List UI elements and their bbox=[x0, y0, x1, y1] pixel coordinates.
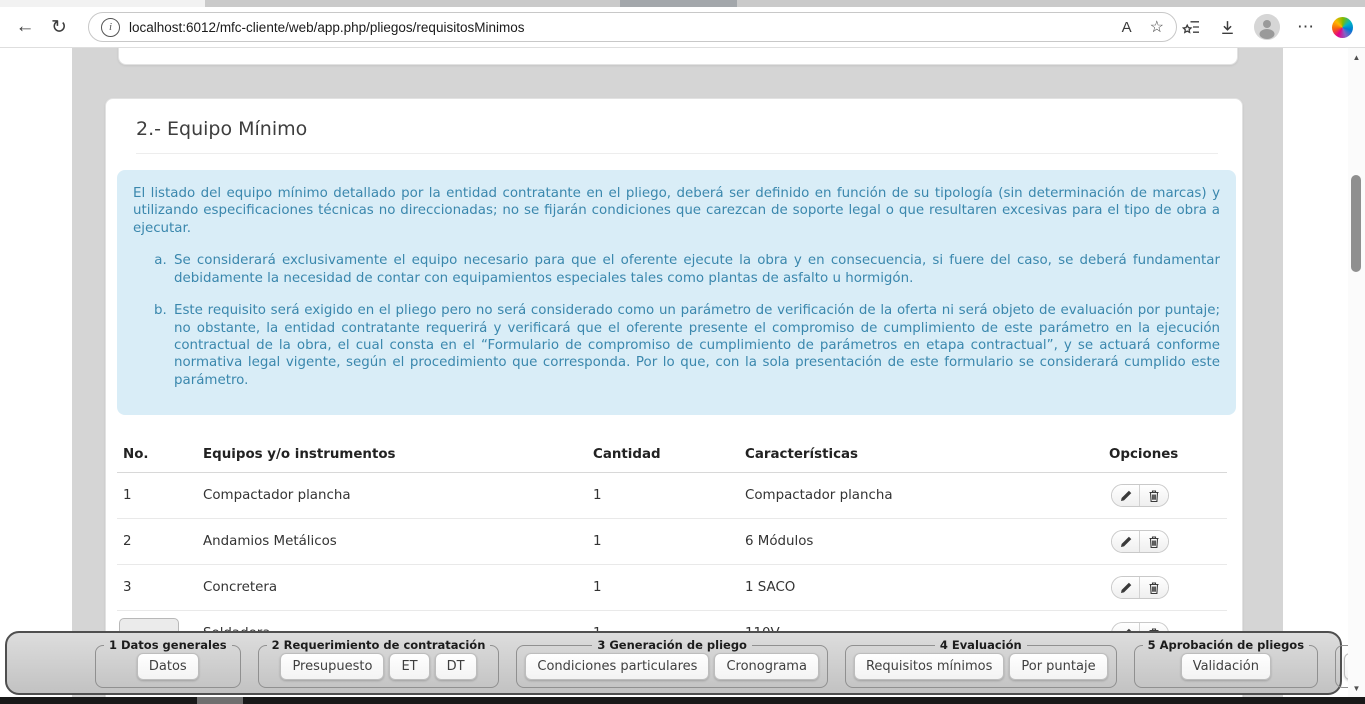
row-equipment: Andamios Metálicos bbox=[197, 519, 587, 565]
toolbar-right-icons: ⋯ bbox=[1182, 14, 1353, 40]
row-number: 1 bbox=[117, 473, 197, 519]
delete-button[interactable] bbox=[1140, 577, 1168, 598]
options-button-group bbox=[1111, 530, 1169, 553]
inactive-tab-edge bbox=[620, 0, 737, 7]
wizard-button[interactable]: Por puntaje bbox=[1009, 653, 1107, 680]
site-info-icon[interactable]: i bbox=[101, 18, 120, 37]
row-number: 3 bbox=[117, 565, 197, 611]
info-intro: El listado del equipo mínimo detallado p… bbox=[133, 185, 1220, 237]
edit-button[interactable] bbox=[1112, 577, 1140, 598]
table-row: 1 Compactador plancha 1 Compactador plan… bbox=[117, 473, 1227, 519]
copilot-icon[interactable] bbox=[1332, 17, 1353, 38]
tab-strip bbox=[0, 0, 1365, 7]
equipo-minimo-card: 2.- Equipo Mínimo El listado del equipo … bbox=[105, 98, 1243, 704]
info-list: Se considerará exclusivamente el equipo … bbox=[133, 252, 1220, 389]
browser-window: ← ↻ i localhost:6012/mfc-cliente/web/app… bbox=[0, 0, 1365, 704]
refresh-icon: ↻ bbox=[51, 16, 67, 39]
equipment-table: No. Equipos y/o instrumentos Cantidad Ca… bbox=[117, 437, 1227, 657]
browser-toolbar: ← ↻ i localhost:6012/mfc-cliente/web/app… bbox=[0, 7, 1365, 48]
section-title: 2.- Equipo Mínimo bbox=[136, 118, 1218, 154]
row-options bbox=[1101, 519, 1227, 565]
wizard-group-legend: 4 Evaluación bbox=[935, 638, 1027, 652]
row-equipment: Compactador plancha bbox=[197, 473, 587, 519]
wizard-group-legend: 5 Aprobación de pliegos bbox=[1143, 638, 1309, 652]
edit-button[interactable] bbox=[1112, 531, 1140, 552]
row-options bbox=[1101, 565, 1227, 611]
col-opciones: Opciones bbox=[1101, 437, 1227, 473]
page-scrollbar[interactable]: ▲ ▼ bbox=[1348, 48, 1365, 704]
wizard-group-legend: 3 Generación de pliego bbox=[592, 638, 752, 652]
options-button-group bbox=[1111, 576, 1169, 599]
scroll-up-arrow-icon[interactable]: ▲ bbox=[1348, 53, 1365, 62]
wizard-group-legend: 1 Datos generales bbox=[104, 638, 232, 652]
col-no: No. bbox=[117, 437, 197, 473]
wizard-group: 1 Datos generales Datos bbox=[95, 638, 241, 688]
refresh-button[interactable]: ↻ bbox=[42, 10, 76, 44]
wizard-group: 4 Evaluación Requisitos mínimosPor punta… bbox=[845, 638, 1117, 688]
wizard-button[interactable]: Cronograma bbox=[714, 653, 818, 680]
content-panel: 2.- Equipo Mínimo El listado del equipo … bbox=[72, 48, 1283, 704]
row-options bbox=[1101, 473, 1227, 519]
wizard-button[interactable]: Datos bbox=[137, 653, 199, 680]
address-bar[interactable]: i localhost:6012/mfc-cliente/web/app.php… bbox=[88, 12, 1177, 42]
collections-icon[interactable] bbox=[1182, 18, 1201, 37]
row-number: 2 bbox=[117, 519, 197, 565]
row-characteristics: Compactador plancha bbox=[739, 473, 1101, 519]
row-equipment: Concretera bbox=[197, 565, 587, 611]
profile-avatar[interactable] bbox=[1254, 14, 1280, 40]
wizard-group-legend: 2 Requerimiento de contratación bbox=[267, 638, 491, 652]
table-row: 3 Concretera 1 1 SACO bbox=[117, 565, 1227, 611]
url-text[interactable]: localhost:6012/mfc-cliente/web/app.php/p… bbox=[129, 20, 524, 35]
back-icon: ← bbox=[16, 16, 35, 38]
delete-button[interactable] bbox=[1140, 485, 1168, 506]
wizard-groups: 1 Datos generales Datos 2 Requerimiento … bbox=[95, 638, 1365, 688]
trash-icon bbox=[1147, 535, 1161, 549]
wizard-bar: 1 Datos generales Datos 2 Requerimiento … bbox=[5, 631, 1342, 695]
col-equipos: Equipos y/o instrumentos bbox=[197, 437, 587, 473]
row-quantity: 1 bbox=[587, 565, 739, 611]
table-row: 2 Andamios Metálicos 1 6 Módulos bbox=[117, 519, 1227, 565]
wizard-group: 3 Generación de pliego Condiciones parti… bbox=[516, 638, 828, 688]
trash-icon bbox=[1147, 489, 1161, 503]
wizard-group: 2 Requerimiento de contratación Presupue… bbox=[258, 638, 500, 688]
wizard-group: 5 Aprobación de pliegos Validación bbox=[1134, 638, 1318, 688]
info-item-a: Se considerará exclusivamente el equipo … bbox=[171, 252, 1220, 287]
edit-button[interactable] bbox=[1112, 485, 1140, 506]
read-aloud-icon[interactable]: A bbox=[1122, 19, 1132, 36]
col-caracteristicas: Características bbox=[739, 437, 1101, 473]
wizard-button[interactable]: Requisitos mínimos bbox=[854, 653, 1004, 680]
row-quantity: 1 bbox=[587, 473, 739, 519]
scrollbar-thumb[interactable] bbox=[1351, 175, 1361, 272]
trash-icon bbox=[1147, 581, 1161, 595]
row-quantity: 1 bbox=[587, 519, 739, 565]
pencil-icon bbox=[1119, 535, 1133, 549]
favorite-star-icon[interactable]: ☆ bbox=[1150, 17, 1164, 37]
table-header-row: No. Equipos y/o instrumentos Cantidad Ca… bbox=[117, 437, 1227, 473]
equipment-table-body: 1 Compactador plancha 1 Compactador plan… bbox=[117, 473, 1227, 657]
delete-button[interactable] bbox=[1140, 531, 1168, 552]
active-tab-edge bbox=[0, 0, 205, 7]
wizard-button[interactable]: Validación bbox=[1181, 653, 1271, 680]
avatar bbox=[1254, 14, 1280, 40]
wizard-button[interactable]: Condiciones particulares bbox=[525, 653, 709, 680]
previous-section-card bbox=[118, 48, 1238, 65]
wizard-button[interactable]: ET bbox=[389, 653, 429, 680]
row-characteristics: 1 SACO bbox=[739, 565, 1101, 611]
wizard-button[interactable]: Presupuesto bbox=[280, 653, 384, 680]
wizard-button[interactable]: DT bbox=[435, 653, 477, 680]
taskbar-strip bbox=[0, 697, 1365, 704]
back-button[interactable]: ← bbox=[8, 10, 42, 44]
page-viewport: 2.- Equipo Mínimo El listado del equipo … bbox=[0, 48, 1365, 704]
pencil-icon bbox=[1119, 489, 1133, 503]
info-box: El listado del equipo mínimo detallado p… bbox=[117, 170, 1236, 415]
col-cantidad: Cantidad bbox=[587, 437, 739, 473]
scroll-down-arrow-icon[interactable]: ▼ bbox=[1348, 684, 1365, 693]
download-icon[interactable] bbox=[1218, 18, 1237, 37]
more-options-icon[interactable]: ⋯ bbox=[1297, 17, 1315, 37]
info-item-b: Este requisito será exigido en el pliego… bbox=[171, 302, 1220, 389]
row-characteristics: 6 Módulos bbox=[739, 519, 1101, 565]
taskbar-app-indicator bbox=[197, 697, 243, 704]
options-button-group bbox=[1111, 484, 1169, 507]
pencil-icon bbox=[1119, 581, 1133, 595]
